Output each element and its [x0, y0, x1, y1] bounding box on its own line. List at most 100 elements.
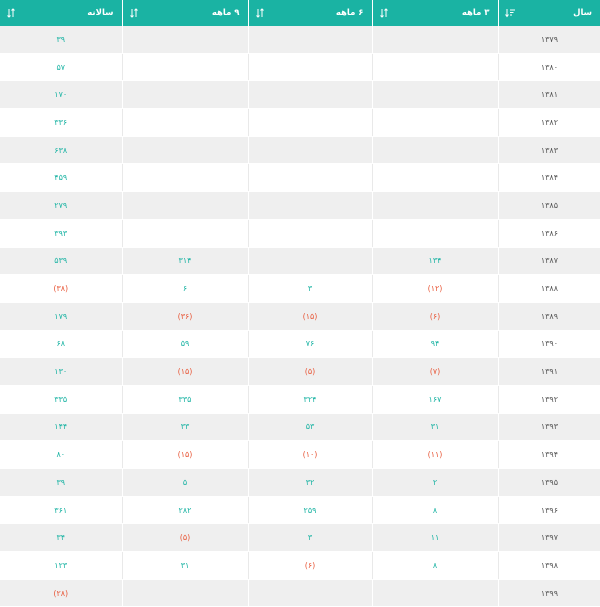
- value-cell-q3: [371, 53, 498, 82]
- value-cell-q3: ۲: [371, 468, 498, 497]
- value-cell-q6: [247, 26, 372, 54]
- table-row: ۱۳۹۱ (۷) (۵) (۱۵) ۱۳۰: [0, 357, 600, 386]
- column-header-q9[interactable]: ۹ ماهه: [121, 0, 248, 26]
- column-header-q6[interactable]: ۶ ماهه: [247, 0, 372, 26]
- year-cell: ۱۳۹۴: [497, 440, 600, 469]
- value-cell-q9: [121, 163, 248, 193]
- table-row: ۱۳۸۴ ۴۵۹: [0, 163, 600, 193]
- value-cell-q9: ۳۱۴: [121, 247, 248, 276]
- value-cell-q9: [121, 136, 248, 165]
- value-cell-yearly: ۱۷۰: [0, 80, 122, 110]
- value-cell-yearly: ۳۳۵: [0, 385, 122, 414]
- year-cell: ۱۳۹۶: [497, 496, 600, 525]
- sort-both-icon[interactable]: [6, 8, 16, 18]
- year-cell: ۱۳۸۰: [497, 53, 600, 82]
- table-row: ۱۳۹۶ ۸ ۲۵۹ ۲۸۲ ۳۶۱: [0, 496, 600, 525]
- value-cell-q6: [247, 53, 372, 82]
- value-cell-q3: [371, 219, 498, 248]
- table-row: ۱۳۸۶ ۳۹۳: [0, 219, 600, 248]
- table-row: ۱۳۹۰ ۹۴ ۷۶ ۵۹ ۶۸: [0, 330, 600, 359]
- table-row: ۱۳۹۳ ۳۱ ۵۳ ۳۳ ۱۴۴: [0, 413, 600, 442]
- year-cell: ۱۳۸۲: [497, 108, 600, 137]
- value-cell-q9: [121, 80, 248, 110]
- value-cell-q6: ۳۲: [247, 468, 372, 497]
- value-cell-yearly: ۵۷: [0, 53, 122, 82]
- year-cell: ۱۳۸۹: [497, 302, 600, 331]
- table-row: ۱۳۹۴ (۱۱) (۱۰) (۱۵) ۸۰: [0, 440, 600, 469]
- column-header-yearly[interactable]: سالانه: [0, 0, 122, 26]
- value-cell-q9: ۳۱: [121, 551, 248, 580]
- table-row: ۱۳۹۲ ۱۶۷ ۳۲۴ ۳۳۵ ۳۳۵: [0, 385, 600, 414]
- value-cell-q6: [247, 136, 372, 165]
- year-cell: ۱۳۸۳: [497, 136, 600, 165]
- table-header-row: سال ۳ ماهه ۶ ماهه ۹ ماهه سالانه: [0, 0, 600, 26]
- value-cell-q6: ۲۵۹: [247, 496, 372, 525]
- value-cell-q3: [371, 26, 498, 54]
- year-cell: ۱۳۸۴: [497, 163, 600, 193]
- value-cell-q3: (۶): [371, 302, 498, 331]
- year-cell: ۱۳۹۵: [497, 468, 600, 497]
- table-body: ۱۳۷۹ ۳۹ ۱۳۸۰ ۵۷ ۱۳۸۱ ۱۷۰ ۱۳۸۲ ۳۳ ۶ ۱۳۸۳ ۶۳۸ ۱۳۸۴ ۴۵۹…: [0, 26, 600, 607]
- year-cell: ۱۳۸۶: [497, 219, 600, 248]
- value-cell-q6: [247, 219, 372, 248]
- value-cell-q9: (۱۵): [121, 440, 248, 469]
- value-cell-q6: [247, 80, 372, 110]
- value-cell-q3: (۷): [371, 357, 498, 386]
- value-cell-q3: ۸: [371, 496, 498, 525]
- value-cell-q6: ۷۶: [247, 330, 372, 359]
- year-cell: ۱۳۸۱: [497, 80, 600, 110]
- table-row: ۱۳۸۰ ۵۷: [0, 53, 600, 82]
- value-cell-q9: ۵۹: [121, 330, 248, 359]
- value-cell-q9: [121, 53, 248, 82]
- financial-table: سال ۳ ماهه ۶ ماهه ۹ ماهه سالانه ۱۳۷۹ ۳۹ ۱۳۸۰ ۵۷…: [0, 0, 600, 607]
- value-cell-yearly: ۵۳۹: [0, 247, 122, 276]
- value-cell-q3: [371, 191, 498, 220]
- table-row: ۱۳۷۹ ۳۹: [0, 26, 600, 54]
- value-cell-q6: ۵۳: [247, 413, 372, 442]
- value-cell-q3: [371, 136, 498, 165]
- value-cell-q9: (۳۶): [121, 302, 248, 331]
- value-cell-q3: ۹۴: [371, 330, 498, 359]
- value-cell-q6: [247, 108, 372, 137]
- year-cell: ۱۳۹۹: [497, 579, 600, 607]
- value-cell-q6: (۱۰): [247, 440, 372, 469]
- value-cell-yearly: (۳۸): [0, 274, 122, 303]
- column-header-q3[interactable]: ۳ ماهه: [371, 0, 498, 26]
- table-row: ۱۳۸۷ ۱۳۴ ۳۱۴ ۵۳۹: [0, 247, 600, 276]
- value-cell-yearly: ۳۴: [0, 523, 122, 553]
- value-cell-yearly: ۴۵۹: [0, 163, 122, 193]
- year-cell: ۱۳۹۱: [497, 357, 600, 386]
- value-cell-q3: (۱۲): [371, 274, 498, 303]
- value-cell-yearly: ۶۳۸: [0, 136, 122, 165]
- value-cell-yearly: ۸۰: [0, 440, 122, 469]
- value-cell-q6: [247, 191, 372, 220]
- value-cell-q6: [247, 163, 372, 193]
- value-cell-q9: ۶: [121, 274, 248, 303]
- table-row: ۱۳۸۱ ۱۷۰: [0, 80, 600, 110]
- sort-both-icon[interactable]: [255, 8, 265, 18]
- value-cell-yearly: ۳۶۱: [0, 496, 122, 525]
- column-header-year[interactable]: سال: [497, 0, 600, 26]
- value-cell-q9: [121, 108, 248, 137]
- value-cell-q9: (۵): [121, 523, 248, 553]
- value-cell-yearly: ۲۷۹: [0, 191, 122, 220]
- value-cell-q6: (۶): [247, 551, 372, 580]
- year-cell: ۱۳۹۷: [497, 523, 600, 553]
- year-cell: ۱۳۸۷: [497, 247, 600, 276]
- value-cell-yearly: ۱۷۹: [0, 302, 122, 331]
- sort-descending-icon[interactable]: [504, 8, 515, 18]
- value-cell-q9: [121, 219, 248, 248]
- sort-both-icon[interactable]: [379, 8, 389, 18]
- value-cell-q3: ۸: [371, 551, 498, 580]
- table-row: ۱۳۸۵ ۲۷۹: [0, 191, 600, 220]
- value-cell-q9: ۳۳: [121, 413, 248, 442]
- column-header-label: سالانه: [87, 8, 114, 18]
- value-cell-q3: ۱۶۷: [371, 385, 498, 414]
- table-row: ۱۳۹۵ ۲ ۳۲ ۵ ۳۹: [0, 468, 600, 497]
- value-cell-q6: (۵): [247, 357, 372, 386]
- value-cell-yearly: (۲۸): [0, 579, 122, 607]
- year-cell: ۱۳۹۸: [497, 551, 600, 580]
- value-cell-q9: ۳۳۵: [121, 385, 248, 414]
- value-cell-q9: (۱۵): [121, 357, 248, 386]
- sort-both-icon[interactable]: [129, 8, 139, 18]
